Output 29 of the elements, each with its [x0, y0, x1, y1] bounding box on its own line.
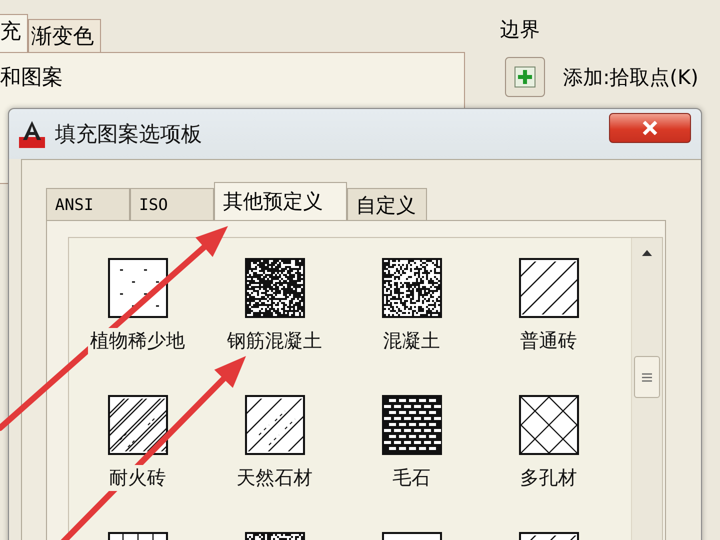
plus-icon [514, 66, 536, 88]
tab[interactable]: 其他预定义 [214, 182, 347, 220]
hatch-pattern-swatch[interactable] [382, 395, 442, 455]
hatch-pattern-swatch[interactable] [108, 395, 168, 455]
hatch-pattern-swatch[interactable] [518, 395, 578, 455]
tab[interactable]: 充 [0, 14, 28, 52]
tab[interactable]: ANSI [46, 188, 130, 220]
tab[interactable]: 渐变色 [28, 19, 101, 52]
grip-icon [642, 372, 652, 382]
group-title: 和图案 [0, 64, 64, 91]
scrollbar[interactable] [631, 238, 662, 540]
scroll-thumb[interactable] [634, 356, 660, 398]
pattern-label: 植物稀少地 [88, 328, 187, 354]
hatch-pattern-swatch[interactable] [382, 258, 442, 318]
scroll-up-icon[interactable] [642, 250, 652, 256]
tab[interactable]: ISO [130, 188, 214, 220]
window-title: 填充图案选项板 [55, 121, 202, 148]
group-title: 边界 [500, 16, 541, 43]
close-icon [642, 121, 658, 135]
add-pick-points-label: 添加:拾取点(K) [563, 64, 698, 90]
pattern-label: 耐火砖 [107, 465, 168, 491]
add-button[interactable] [505, 57, 545, 97]
close-button[interactable] [609, 113, 691, 143]
hatch-pattern-swatch[interactable] [518, 258, 578, 318]
hatch-pattern-swatch[interactable] [244, 395, 304, 455]
app-logo-icon [19, 120, 45, 148]
hatch-pattern-swatch[interactable] [108, 258, 168, 318]
tab[interactable]: 自定义 [347, 188, 427, 220]
hatch-pattern-swatch[interactable] [244, 258, 304, 318]
